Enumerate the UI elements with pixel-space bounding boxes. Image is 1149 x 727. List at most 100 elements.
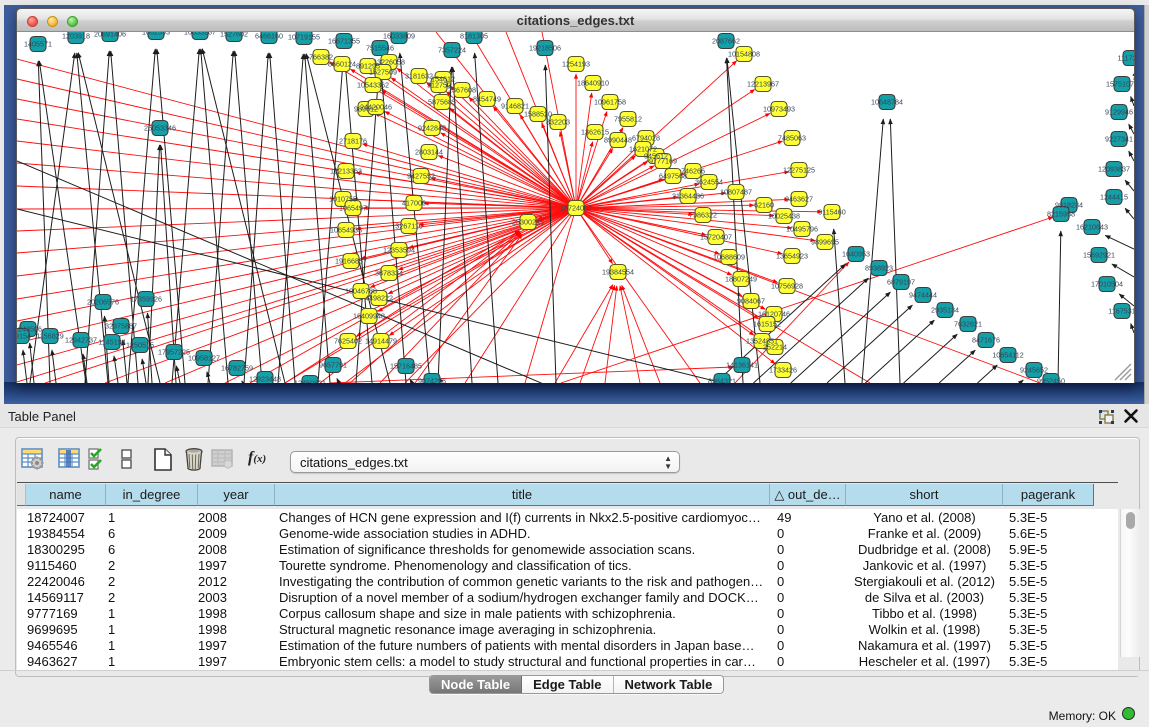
svg-text:10495796: 10495796 xyxy=(786,225,818,234)
svg-text:832203: 832203 xyxy=(546,118,570,127)
svg-text:20691406: 20691406 xyxy=(94,32,126,39)
svg-text:12450821: 12450821 xyxy=(294,379,326,383)
svg-text:10973493: 10973493 xyxy=(763,105,795,114)
svg-text:1203918: 1203918 xyxy=(62,32,90,41)
svg-text:12093837: 12093837 xyxy=(1098,165,1130,174)
svg-text:8215958: 8215958 xyxy=(1047,210,1075,219)
svg-text:4498222: 4498222 xyxy=(365,294,393,303)
svg-text:18807249: 18807249 xyxy=(725,275,757,284)
svg-text:62160: 62160 xyxy=(754,201,774,210)
svg-text:2935134: 2935134 xyxy=(931,306,959,315)
svg-text:10154808: 10154808 xyxy=(728,50,760,59)
svg-text:1010755: 1010755 xyxy=(329,195,357,204)
svg-text:16409948: 16409948 xyxy=(353,312,385,321)
svg-text:10653287: 10653287 xyxy=(184,32,216,37)
svg-text:7955812: 7955812 xyxy=(614,115,642,124)
svg-text:2803144: 2803144 xyxy=(415,148,443,157)
svg-text:14914479: 14914479 xyxy=(365,337,397,346)
svg-text:16210643: 16210643 xyxy=(1076,223,1108,232)
svg-text:17957225: 17957225 xyxy=(158,348,190,357)
svg-text:9074256: 9074256 xyxy=(418,377,446,383)
svg-text:19166857: 19166857 xyxy=(335,257,367,266)
svg-text:13226058: 13226058 xyxy=(373,58,405,67)
svg-text:1527602: 1527602 xyxy=(220,32,248,39)
svg-text:10654935: 10654935 xyxy=(330,226,362,235)
svg-text:39154: 39154 xyxy=(17,332,31,341)
svg-text:2367608: 2367608 xyxy=(448,86,476,95)
svg-text:1527509: 1527509 xyxy=(369,68,397,77)
svg-text:9474444: 9474444 xyxy=(909,291,937,300)
svg-text:15751074: 15751074 xyxy=(1106,80,1134,89)
svg-text:25300215: 25300215 xyxy=(512,218,544,227)
svg-text:8964321: 8964321 xyxy=(708,377,736,383)
svg-text:14136141: 14136141 xyxy=(726,361,758,370)
svg-text:9818234: 9818234 xyxy=(1055,201,1083,210)
svg-text:9899695: 9899695 xyxy=(811,238,839,247)
svg-text:10648784: 10648784 xyxy=(871,98,903,107)
svg-text:6879197: 6879197 xyxy=(887,278,915,287)
svg-text:1244415: 1244415 xyxy=(1100,193,1128,202)
svg-text:12353594: 12353594 xyxy=(383,246,415,255)
svg-text:252214: 252214 xyxy=(763,343,787,352)
svg-text:12275125: 12275125 xyxy=(783,166,815,175)
svg-text:9245652: 9245652 xyxy=(1020,366,1048,375)
svg-text:8660124: 8660124 xyxy=(328,60,356,69)
svg-text:9129946: 9129946 xyxy=(1105,108,1133,117)
svg-text:1405571: 1405571 xyxy=(24,40,52,49)
svg-text:13654923: 13654923 xyxy=(776,252,808,261)
svg-text:15720407: 15720407 xyxy=(700,233,732,242)
svg-text:1167531: 1167531 xyxy=(1108,307,1134,316)
svg-text:7357224: 7357224 xyxy=(438,46,466,55)
svg-text:19218506: 19218506 xyxy=(529,44,561,53)
svg-text:9227341: 9227341 xyxy=(1105,135,1133,144)
svg-text:417006: 417006 xyxy=(402,199,426,208)
svg-text:24420046: 24420046 xyxy=(360,103,392,112)
svg-text:8938923: 8938923 xyxy=(865,264,893,273)
svg-text:7625402: 7625402 xyxy=(334,337,362,346)
svg-text:1145194: 1145194 xyxy=(98,338,125,347)
svg-text:10543362: 10543362 xyxy=(357,81,389,90)
svg-text:21364436: 21364436 xyxy=(672,192,704,201)
svg-text:7485063: 7485063 xyxy=(778,134,806,143)
svg-text:15692921: 15692921 xyxy=(1083,251,1115,260)
svg-text:9242848: 9242848 xyxy=(418,124,446,133)
svg-text:8454749: 8454749 xyxy=(473,95,501,104)
svg-text:10688609: 10688609 xyxy=(713,253,745,262)
svg-text:17010504: 17010504 xyxy=(1091,280,1123,289)
svg-text:5875685: 5875685 xyxy=(428,98,456,107)
svg-text:12923448: 12923448 xyxy=(249,375,281,383)
svg-text:1065497: 1065497 xyxy=(339,204,367,213)
svg-text:17359926: 17359926 xyxy=(130,295,162,304)
svg-text:16671355: 16671355 xyxy=(328,37,360,46)
svg-text:16120746: 16120746 xyxy=(758,310,790,319)
svg-text:10958127: 10958127 xyxy=(188,354,220,363)
svg-text:10961758: 10961758 xyxy=(594,98,626,107)
svg-text:12213967: 12213967 xyxy=(747,80,779,89)
svg-text:6466160: 6466160 xyxy=(255,32,283,41)
svg-text:1733426: 1733426 xyxy=(769,366,797,375)
svg-text:7632621: 7632621 xyxy=(954,320,982,329)
svg-text:1156829: 1156829 xyxy=(36,332,63,341)
svg-text:1062393: 1062393 xyxy=(142,32,170,37)
svg-text:18724007: 18724007 xyxy=(560,204,592,213)
svg-text:7515546: 7515546 xyxy=(366,44,394,53)
svg-text:1640953: 1640953 xyxy=(842,250,870,259)
svg-text:9952450: 9952450 xyxy=(1037,377,1065,383)
svg-text:8471676: 8471676 xyxy=(972,336,1000,345)
svg-text:9427552: 9427552 xyxy=(407,172,435,181)
svg-text:3181632: 3181632 xyxy=(405,72,433,81)
svg-text:26053346: 26053346 xyxy=(144,124,176,133)
svg-text:16033809: 16033809 xyxy=(383,32,415,41)
svg-text:2087662: 2087662 xyxy=(712,37,740,46)
svg-text:15716485: 15716485 xyxy=(390,362,422,371)
svg-text:10807487: 10807487 xyxy=(720,188,752,197)
svg-text:8181305: 8181305 xyxy=(460,32,488,41)
svg-text:32975887: 32975887 xyxy=(105,322,137,331)
svg-text:3624554: 3624554 xyxy=(695,178,723,187)
svg-text:19384554: 19384554 xyxy=(602,268,634,277)
svg-text:1254193: 1254193 xyxy=(562,60,590,69)
svg-text:20206576: 20206576 xyxy=(87,298,119,307)
svg-text:1615152: 1615152 xyxy=(753,320,781,329)
svg-text:1117316: 1117316 xyxy=(1118,54,1134,63)
svg-text:16782759: 16782759 xyxy=(221,364,253,373)
